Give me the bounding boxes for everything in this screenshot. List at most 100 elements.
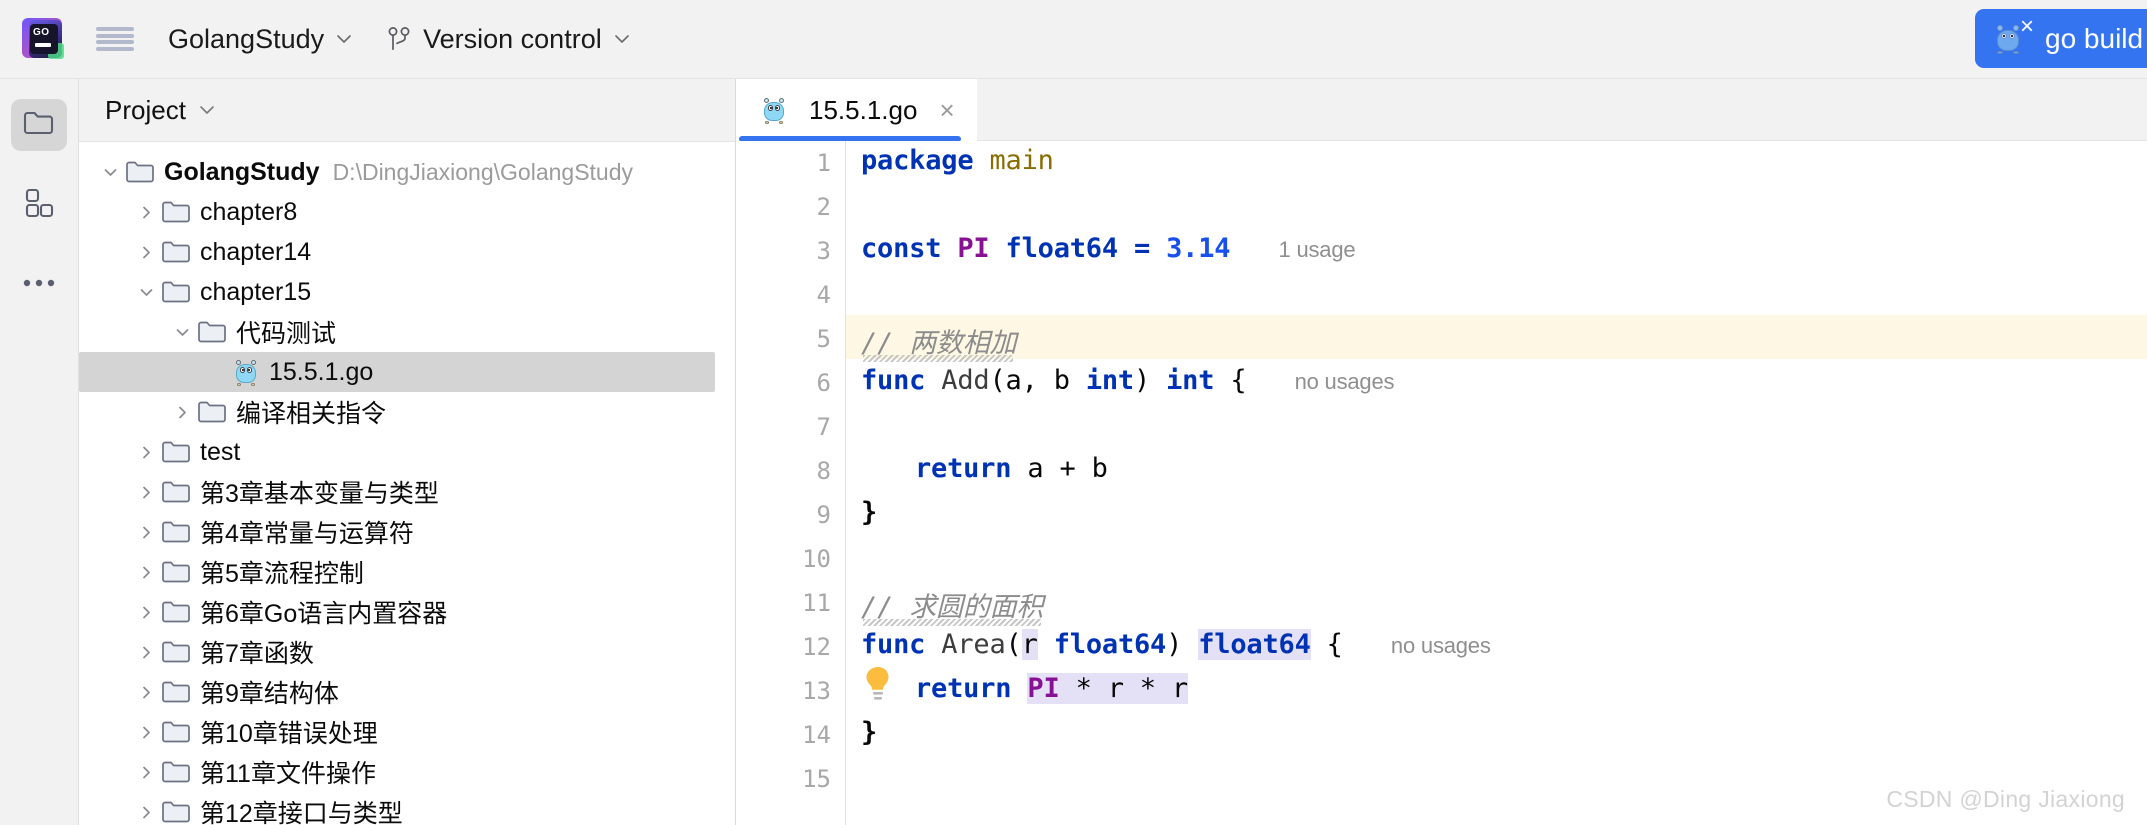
tree-item[interactable]: 第10章错误处理 [79, 712, 735, 752]
chevron-right-icon[interactable] [131, 757, 161, 787]
tree-item[interactable]: 第11章文件操作 [79, 752, 735, 792]
folder-icon [161, 599, 191, 625]
tree-item-label: 第12章接口与类型 [200, 800, 403, 825]
line-number: 8 [816, 457, 831, 485]
folder-icon [161, 239, 191, 265]
tree-item-label: 第9章结构体 [200, 680, 339, 708]
chevron-right-icon[interactable] [131, 477, 161, 507]
usage-hint-line6[interactable]: no usages [1295, 369, 1395, 394]
run-configuration-button[interactable]: × go build [1975, 9, 2147, 68]
code-line-13: return PI * r * r [915, 673, 1188, 704]
chevron-right-icon[interactable] [167, 397, 197, 427]
go-file-icon [761, 97, 787, 124]
folder-icon [161, 279, 191, 305]
chevron-right-icon[interactable] [131, 197, 161, 227]
sidebar-item-more[interactable] [11, 259, 67, 311]
tree-item-label: GolangStudy [164, 157, 320, 186]
token-add: Add [941, 365, 990, 396]
editor-tab-15-5-1-go[interactable]: 15.5.1.go × [737, 79, 977, 142]
token-return: return [915, 673, 1012, 704]
project-panel-header[interactable]: Project [79, 79, 735, 142]
tree-item[interactable]: 第6章Go语言内置容器 [79, 592, 735, 632]
chevron-right-icon[interactable] [131, 597, 161, 627]
tree-item[interactable]: 第3章基本变量与类型 [79, 472, 735, 512]
chevron-right-icon[interactable] [131, 517, 161, 547]
folder-icon [197, 399, 227, 425]
project-selector-label: GolangStudy [168, 23, 325, 54]
tree-item-label: 第7章函数 [200, 640, 314, 668]
token-equals: = [1133, 233, 1151, 264]
folder-icon [161, 439, 191, 465]
token-paren-close: ) [1166, 629, 1199, 660]
chevron-down-icon[interactable] [131, 277, 161, 307]
token-int-return: int [1166, 365, 1215, 396]
folder-icon [125, 159, 155, 185]
chevron-down-icon [613, 30, 631, 48]
line-number: 2 [816, 193, 831, 221]
line-number: 5 [816, 325, 831, 353]
chevron-down-icon[interactable] [167, 317, 197, 347]
chevron-down-icon [335, 30, 353, 48]
tree-item[interactable]: 第5章流程控制 [79, 552, 735, 592]
tree-item[interactable]: 第7章函数 [79, 632, 735, 672]
main-menu-button[interactable] [96, 22, 134, 56]
tree-item[interactable]: chapter14 [79, 232, 735, 272]
line-number: 15 [802, 765, 831, 793]
project-selector[interactable]: GolangStudy [168, 24, 353, 55]
code-area[interactable]: 1 2 3 4 5 6 7 8 9 10 11 12 13 14 15 pack… [737, 141, 2147, 825]
tree-item[interactable]: test [79, 432, 735, 472]
line-number: 14 [802, 721, 831, 749]
tree-item-label: 第11章文件操作 [200, 760, 376, 788]
chevron-right-icon[interactable] [131, 237, 161, 267]
usage-hint-line3[interactable]: 1 usage [1279, 237, 1356, 262]
line-number: 3 [816, 237, 831, 265]
tree-item[interactable]: GolangStudy D:\DingJiaxiong\GolangStudy [79, 152, 735, 192]
code-line-1: package main [861, 145, 1054, 176]
tree-item[interactable]: chapter15 [79, 272, 735, 312]
token-area: Area [941, 629, 1006, 660]
line-number: 4 [816, 281, 831, 309]
token-float64-return: float64 [1198, 629, 1311, 660]
sidebar-item-project[interactable] [11, 99, 67, 151]
chevron-right-icon[interactable] [131, 797, 161, 825]
chevron-right-icon[interactable] [131, 437, 161, 467]
chevron-down-icon[interactable] [95, 157, 125, 187]
line-number: 13 [802, 677, 831, 705]
line-number: 6 [816, 369, 831, 397]
line-number: 12 [802, 633, 831, 661]
tree-item-selected[interactable]: 15.5.1.go [79, 352, 715, 392]
close-icon[interactable]: × [939, 95, 954, 126]
folder-icon [161, 559, 191, 585]
chevron-right-icon[interactable] [131, 637, 161, 667]
token-return: return [915, 453, 1012, 484]
version-control-selector[interactable]: Version control [387, 24, 631, 55]
spellcheck-squiggle [863, 619, 1041, 626]
token-float64-param: float64 [1053, 629, 1167, 660]
chevron-right-icon[interactable] [131, 677, 161, 707]
chevron-down-icon[interactable] [198, 101, 216, 119]
token-brace-close: } [861, 497, 878, 528]
tree-item[interactable]: chapter8 [79, 192, 735, 232]
tree-item-label: 15.5.1.go [269, 357, 374, 386]
line-number: 1 [816, 149, 831, 177]
editor-area: 15.5.1.go × 1 2 3 4 5 6 7 8 9 10 11 12 1… [737, 79, 2147, 825]
ellipsis-icon [22, 276, 56, 294]
line-number: 11 [802, 589, 831, 617]
usage-hint-line12[interactable]: no usages [1391, 633, 1491, 658]
chevron-right-icon[interactable] [131, 717, 161, 747]
code-line-14: } [861, 717, 877, 748]
tree-item-path: D:\DingJiaxiong\GolangStudy [332, 158, 634, 185]
sidebar-item-structure[interactable] [11, 179, 67, 231]
tree-item[interactable]: 代码测试 [79, 312, 735, 352]
token-a-plus-b: a + b [1011, 453, 1108, 484]
token-package: package [861, 145, 974, 176]
folder-icon [161, 479, 191, 505]
tree-item[interactable]: 第4章常量与运算符 [79, 512, 735, 552]
chevron-right-icon[interactable] [131, 557, 161, 587]
tree-item[interactable]: 第12章接口与类型 [79, 792, 735, 825]
code-line-3: const PI float64 = 3.14 1 usage [861, 233, 1356, 264]
tree-item[interactable]: 第9章结构体 [79, 672, 735, 712]
tree-item[interactable]: 编译相关指令 [79, 392, 735, 432]
intention-bulb-icon[interactable] [863, 665, 893, 703]
close-icon: × [2019, 12, 2034, 40]
